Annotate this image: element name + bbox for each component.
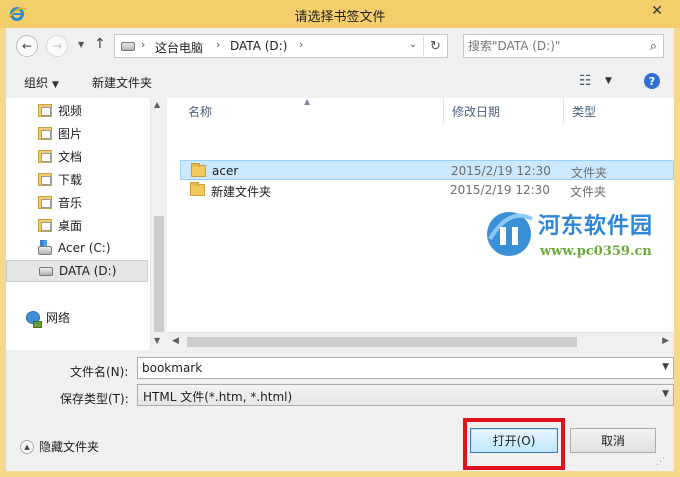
forward-button[interactable]: → — [46, 35, 68, 57]
search-icon[interactable]: ⌕ — [650, 39, 657, 54]
window-frame: ← → ▼ ↑ › 这台电脑 › DATA (D:) › ⌄ ↻ ⌕ 组织▼ 新… — [0, 28, 680, 477]
file-type: 文件夹 — [570, 185, 607, 199]
back-button[interactable]: ← — [16, 35, 38, 57]
breadcrumb-data-drive[interactable]: DATA (D:) — [230, 39, 287, 53]
hide-folders-button[interactable]: ▲ 隐藏文件夹 — [20, 438, 99, 455]
file-list: ▲ 名称 修改日期 类型 acer 2015/2/19 12:30 文件夹 新建… — [167, 97, 674, 332]
file-name: 新建文件夹 — [211, 185, 272, 199]
search-input[interactable] — [468, 38, 638, 54]
drive-icon — [121, 42, 135, 51]
documents-folder-icon — [38, 149, 52, 163]
title-bar: 请选择书签文件 ✕ — [0, 0, 680, 28]
chevron-down-icon: ▼ — [662, 389, 669, 399]
chevron-down-icon[interactable]: ▼ — [662, 362, 669, 372]
sidebar-item-videos[interactable]: 视频 — [6, 99, 148, 121]
file-type: 文件夹 — [571, 166, 608, 180]
sidebar-item-desktop[interactable]: 桌面 — [6, 214, 148, 236]
navigation-pane: 视频 图片 文档 下载 音乐 桌面 Acer (C:) DATA (D:) 网络 — [6, 98, 150, 350]
file-date: 2015/2/19 12:30 — [451, 164, 551, 178]
chevron-down-icon[interactable]: ▼ — [605, 76, 612, 86]
sidebar-item-label: 文档 — [58, 149, 83, 164]
search-box[interactable]: ⌕ — [463, 34, 664, 58]
scroll-right-icon[interactable]: ▶ — [662, 336, 669, 346]
file-name: acer — [212, 164, 239, 178]
highlight-box — [463, 418, 565, 470]
network-icon — [26, 310, 42, 328]
windows-drive-icon — [38, 239, 52, 255]
address-bar[interactable]: › 这台电脑 › DATA (D:) › ⌄ — [114, 34, 448, 58]
scroll-up-icon[interactable]: ▲ — [154, 100, 160, 109]
sidebar-item-documents[interactable]: 文档 — [6, 145, 148, 167]
dialog-body: ← → ▼ ↑ › 这台电脑 › DATA (D:) › ⌄ ↻ ⌕ 组织▼ 新… — [6, 28, 674, 471]
organize-label: 组织 — [24, 76, 49, 90]
cancel-button[interactable]: 取消 — [570, 428, 656, 453]
sidebar-item-label: Acer (C:) — [58, 241, 111, 255]
drive-icon — [39, 266, 53, 276]
resize-grip-icon[interactable]: ⋰ — [656, 457, 665, 467]
breadcrumb-this-pc[interactable]: 这台电脑 — [155, 39, 203, 56]
folder-icon — [190, 182, 205, 196]
downloads-folder-icon — [38, 172, 52, 186]
scrollbar-thumb[interactable] — [154, 216, 164, 332]
filetype-label: 保存类型(T): — [60, 392, 129, 406]
file-row-acer[interactable]: acer 2015/2/19 12:30 文件夹 — [180, 160, 674, 180]
scroll-down-icon[interactable]: ▼ — [154, 336, 160, 345]
hide-folders-label: 隐藏文件夹 — [39, 440, 100, 454]
forward-arrow-icon: → — [51, 39, 63, 53]
music-folder-icon — [38, 195, 52, 209]
videos-folder-icon — [38, 103, 52, 117]
filename-input[interactable] — [142, 360, 642, 376]
chevron-down-icon[interactable]: ⌄ — [409, 39, 417, 50]
column-header-date[interactable]: 修改日期 — [444, 98, 564, 124]
sidebar-item-downloads[interactable]: 下载 — [6, 168, 148, 190]
chevron-down-icon: ▼ — [52, 80, 59, 90]
navigation-bar: ← → ▼ ↑ › 这台电脑 › DATA (D:) › ⌄ ↻ ⌕ — [6, 28, 674, 66]
up-button[interactable]: ↑ — [94, 36, 106, 52]
sidebar-item-data-d[interactable]: DATA (D:) — [6, 260, 148, 282]
sidebar-item-label: 音乐 — [58, 195, 83, 210]
back-arrow-icon: ← — [21, 39, 33, 53]
sidebar-item-music[interactable]: 音乐 — [6, 191, 148, 213]
view-details-icon[interactable]: ☷ — [579, 73, 592, 89]
sidebar-item-pictures[interactable]: 图片 — [6, 122, 148, 144]
column-header-name[interactable]: 名称 — [180, 98, 444, 124]
help-icon[interactable]: ? — [644, 73, 660, 89]
sidebar-item-label: 下载 — [58, 172, 83, 187]
breadcrumb-separator-icon[interactable]: › — [141, 38, 145, 51]
filetype-select[interactable]: HTML 文件(*.htm, *.html) ▼ — [137, 384, 674, 406]
navigation-pane-scrollbar[interactable]: ▲ ▼ — [150, 98, 167, 350]
new-folder-button[interactable]: 新建文件夹 — [92, 74, 152, 91]
sidebar-item-network[interactable]: 网络 — [6, 306, 148, 328]
sidebar-item-label: 视频 — [58, 103, 83, 118]
chevron-up-icon: ▲ — [20, 439, 34, 454]
breadcrumb-separator-icon[interactable]: › — [216, 38, 220, 51]
up-arrow-icon: ↑ — [94, 36, 106, 52]
filename-label: 文件名(N): — [70, 365, 129, 379]
scrollbar-thumb[interactable] — [187, 337, 577, 347]
recent-locations-button[interactable]: ▼ — [78, 40, 84, 49]
close-button[interactable]: ✕ — [634, 0, 680, 22]
desktop-folder-icon — [38, 218, 52, 232]
sidebar-item-label: 图片 — [58, 126, 83, 141]
refresh-icon: ↻ — [430, 38, 441, 54]
refresh-button[interactable]: ↻ — [423, 34, 448, 58]
file-date: 2015/2/19 12:30 — [450, 183, 550, 197]
organize-button[interactable]: 组织 ▼ — [24, 74, 59, 91]
command-bar: 组织 ▼ 新建文件夹 ☷ ▼ ? — [6, 66, 674, 98]
sidebar-item-acer-c[interactable]: Acer (C:) — [6, 237, 148, 259]
filename-combobox[interactable]: ▼ — [137, 357, 674, 379]
sidebar-item-label: DATA (D:) — [59, 264, 117, 278]
pictures-folder-icon — [38, 126, 52, 140]
file-list-horizontal-scrollbar[interactable]: ◀ ▶ — [167, 332, 674, 350]
sidebar-item-label: 桌面 — [58, 218, 83, 233]
column-header-type[interactable]: 类型 — [564, 98, 674, 124]
window-title: 请选择书签文件 — [294, 10, 386, 25]
folder-icon — [191, 163, 206, 177]
file-row-new-folder[interactable]: 新建文件夹 2015/2/19 12:30 文件夹 — [180, 180, 674, 200]
filetype-value: HTML 文件(*.htm, *.html) — [143, 390, 293, 404]
scroll-left-icon[interactable]: ◀ — [172, 336, 179, 346]
sidebar-item-label: 网络 — [46, 310, 71, 325]
breadcrumb-separator-icon[interactable]: › — [299, 38, 303, 51]
close-icon: ✕ — [651, 3, 663, 19]
